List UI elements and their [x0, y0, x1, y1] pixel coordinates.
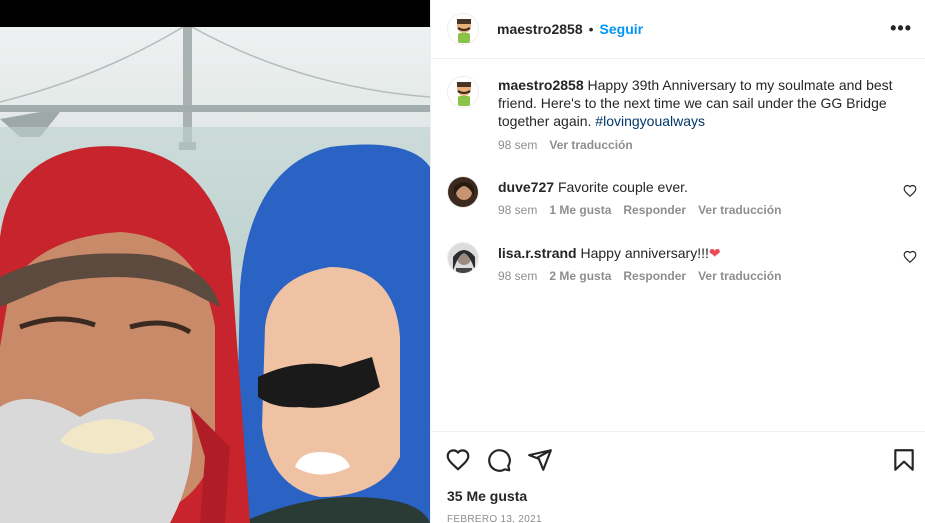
comment-username[interactable]: lisa.r.strand — [498, 245, 577, 261]
post-photo[interactable] — [0, 0, 430, 523]
translate-link[interactable]: Ver traducción — [698, 269, 781, 283]
avatar[interactable] — [447, 242, 479, 274]
header-username[interactable]: maestro2858 — [497, 21, 583, 37]
translate-link[interactable]: Ver traducción — [698, 203, 781, 217]
avatar[interactable] — [447, 176, 479, 208]
post-details-panel: maestro2858 • Seguir ••• maestro2858 Hap… — [430, 0, 925, 523]
caption-text-block: maestro2858 Happy 39th Anniversary to my… — [498, 76, 903, 130]
comment-meta: 98 sem 2 Me gusta Responder Ver traducci… — [498, 269, 781, 283]
action-bar — [431, 431, 925, 481]
comment-age[interactable]: 98 sem — [498, 203, 537, 217]
post-image — [0, 27, 430, 523]
more-options-icon[interactable]: ••• — [890, 18, 912, 39]
caption-meta: 98 sem Ver traducción — [498, 138, 633, 152]
avatar[interactable] — [447, 13, 479, 45]
comment-username[interactable]: duve727 — [498, 179, 554, 195]
comment-text: Favorite couple ever. — [557, 179, 688, 195]
post-date[interactable]: FEBRERO 13, 2021 — [447, 514, 542, 523]
heart-icon[interactable] — [903, 184, 917, 198]
heart-icon[interactable] — [445, 447, 471, 473]
separator-dot: • — [588, 21, 594, 37]
reply-button[interactable]: Responder — [623, 269, 686, 283]
comment-likes[interactable]: 2 Me gusta — [549, 269, 611, 283]
comment-text: Happy anniversary!!! — [580, 245, 709, 261]
bookmark-icon[interactable] — [891, 447, 917, 473]
comment-meta: 98 sem 1 Me gusta Responder Ver traducci… — [498, 203, 781, 217]
caption-username[interactable]: maestro2858 — [498, 77, 584, 93]
comment-text-block: lisa.r.strand Happy anniversary!!!❤ — [498, 244, 903, 262]
post-header: maestro2858 • Seguir ••• — [431, 0, 925, 59]
photo-illustration — [0, 27, 430, 523]
heart-emoji: ❤ — [708, 245, 721, 261]
comment-likes[interactable]: 1 Me gusta — [549, 203, 611, 217]
heart-icon[interactable] — [903, 250, 917, 264]
reply-button[interactable]: Responder — [623, 203, 686, 217]
comment-text-block: duve727 Favorite couple ever. — [498, 178, 903, 196]
avatar[interactable] — [447, 76, 479, 108]
caption-age[interactable]: 98 sem — [498, 138, 537, 152]
share-icon[interactable] — [527, 447, 553, 473]
comment-icon[interactable] — [486, 447, 512, 473]
hashtag-link[interactable]: #lovingyoualways — [595, 113, 705, 129]
follow-button[interactable]: Seguir — [600, 21, 644, 37]
likes-count[interactable]: 35 Me gusta — [447, 488, 527, 504]
comment-age[interactable]: 98 sem — [498, 269, 537, 283]
translate-link[interactable]: Ver traducción — [549, 138, 632, 152]
